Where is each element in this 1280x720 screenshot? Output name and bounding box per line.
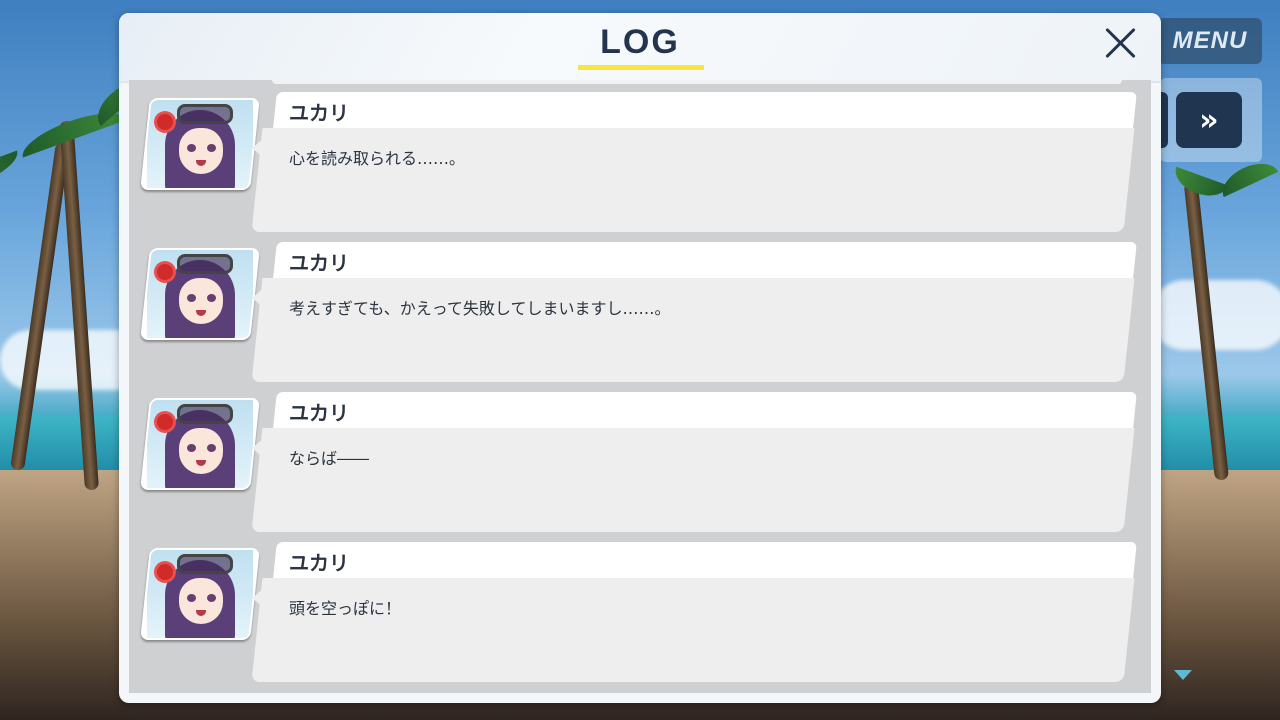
dialogue-bubble (251, 578, 1135, 682)
bubble-tip (252, 588, 264, 608)
palm-leaf (0, 150, 24, 202)
log-entry: ユカリ 心を読み取られる……。 (129, 92, 1151, 237)
scroll-down-icon (1174, 670, 1192, 680)
speaker-name-bar (273, 542, 1137, 578)
speaker-name-bar (273, 92, 1137, 128)
dialogue-text: ならば―― (289, 449, 370, 468)
fast-forward-icon: » (1199, 102, 1219, 138)
log-list[interactable]: ユカリ 心を読み取られる……。 ユカリ 考えすぎても、かえって失敗してしまいます… (129, 80, 1151, 693)
bubble-tip (252, 438, 264, 458)
speaker-portrait (140, 98, 260, 190)
speaker-portrait (140, 548, 260, 640)
dialogue-text: 頭を空っぽに！ (289, 599, 402, 618)
dialogue-text: 考えすぎても、かえって失敗してしまいますし……。 (289, 299, 671, 318)
dialogue-bubble (251, 128, 1135, 232)
speaker-name: ユカリ (289, 251, 349, 275)
menu-button[interactable]: MENU (1158, 18, 1262, 64)
dialogue-text: 心を読み取られる……。 (289, 149, 466, 168)
previous-entry-edge (272, 80, 1122, 84)
close-icon[interactable] (1099, 21, 1143, 65)
log-entry: ユカリ 考えすぎても、かえって失敗してしまいますし……。 (129, 242, 1151, 387)
speaker-name-bar (273, 242, 1137, 278)
speaker-portrait (140, 398, 260, 490)
speaker-name-bar (273, 392, 1137, 428)
title-underline (578, 65, 704, 70)
cloud (1150, 280, 1280, 350)
speaker-name: ユカリ (289, 401, 349, 425)
speaker-portrait (140, 248, 260, 340)
dialogue-bubble (251, 428, 1135, 532)
speaker-name: ユカリ (289, 101, 349, 125)
log-entry: ユカリ ならば―― (129, 392, 1151, 537)
skip-button[interactable]: » (1176, 92, 1242, 148)
log-entry: ユカリ 頭を空っぽに！ (129, 542, 1151, 687)
log-header: LOG (119, 13, 1161, 83)
bubble-tip (252, 288, 264, 308)
bubble-tip (252, 138, 264, 158)
log-panel: LOG ユカリ 心を読み取られる……。 ユカリ 考えすぎても、かえって失敗してし… (119, 13, 1161, 703)
speaker-name: ユカリ (289, 551, 349, 575)
log-title: LOG (600, 23, 680, 61)
dialogue-bubble (251, 278, 1135, 382)
